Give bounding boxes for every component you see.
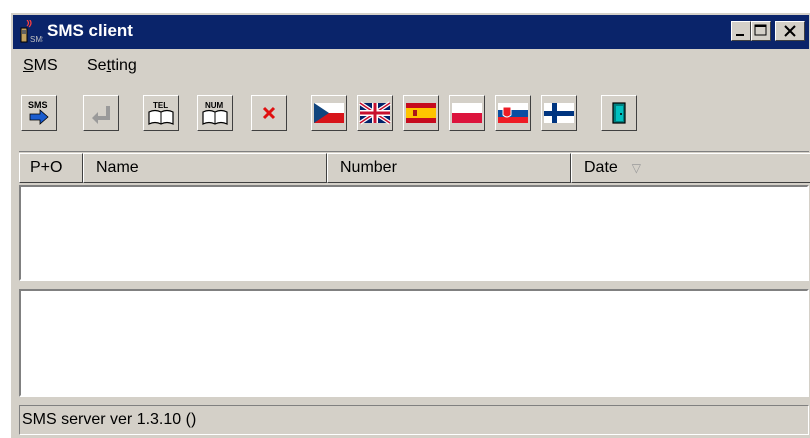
- language-spanish-button[interactable]: [403, 95, 439, 131]
- svg-text:SMS: SMS: [28, 100, 48, 110]
- sort-descending-icon: ▽: [631, 161, 642, 175]
- message-list[interactable]: [19, 185, 809, 281]
- reply-arrow-icon: [92, 106, 110, 124]
- phonebook-tel-button[interactable]: TEL: [143, 95, 179, 131]
- language-english-button[interactable]: [357, 95, 393, 131]
- svg-text:NUM: NUM: [205, 101, 224, 110]
- send-sms-icon: SMS: [28, 100, 49, 125]
- close-button[interactable]: [775, 21, 805, 41]
- sms-client-window: SMS SMS client SMS Setting SMS: [10, 12, 810, 438]
- maximize-icon: [754, 24, 767, 36]
- delete-button[interactable]: [251, 95, 287, 131]
- title-bar[interactable]: SMS SMS client: [13, 15, 809, 49]
- svg-text:TEL: TEL: [153, 101, 168, 110]
- czech-flag-icon: [314, 103, 344, 123]
- phonebook-num-button[interactable]: NUM: [197, 95, 233, 131]
- language-polish-button[interactable]: [449, 95, 485, 131]
- menu-sms[interactable]: SMS: [23, 57, 58, 75]
- menu-setting[interactable]: Setting: [87, 57, 137, 75]
- exit-button[interactable]: [601, 95, 637, 131]
- book-num-icon: NUM: [202, 101, 228, 125]
- language-finnish-button[interactable]: [541, 95, 577, 131]
- poland-flag-icon: [452, 103, 482, 123]
- window-title: SMS client: [47, 21, 133, 40]
- language-czech-button[interactable]: [311, 95, 347, 131]
- slovakia-flag-icon: [498, 103, 528, 123]
- minimize-button[interactable]: [731, 21, 751, 41]
- column-header-name[interactable]: Name: [83, 153, 327, 183]
- app-icon[interactable]: SMS: [17, 18, 47, 44]
- maximize-button[interactable]: [751, 21, 771, 41]
- column-header-po[interactable]: P+O: [19, 153, 83, 183]
- book-tel-icon: TEL: [148, 101, 174, 125]
- language-slovak-button[interactable]: [495, 95, 531, 131]
- status-bar: SMS server ver 1.3.10 (): [19, 405, 809, 435]
- column-header-date[interactable]: Date ▽: [571, 153, 810, 183]
- minimize-icon: [736, 34, 744, 36]
- close-icon: [784, 25, 796, 37]
- message-list-header: P+O Name Number Date ▽: [19, 151, 810, 183]
- reply-button[interactable]: [83, 95, 119, 131]
- svg-text:SMS: SMS: [30, 35, 43, 44]
- uk-flag-icon: [359, 101, 391, 125]
- spain-flag-icon: [406, 103, 436, 123]
- toolbar: SMS TEL NUM: [11, 91, 809, 141]
- message-text-area[interactable]: [19, 289, 809, 397]
- finland-flag-icon: [544, 103, 574, 123]
- send-sms-button[interactable]: SMS: [21, 95, 57, 131]
- menu-bar: SMS Setting: [11, 53, 809, 79]
- column-header-number[interactable]: Number: [327, 153, 571, 183]
- delete-x-icon: [262, 106, 276, 120]
- exit-door-icon: [612, 102, 626, 124]
